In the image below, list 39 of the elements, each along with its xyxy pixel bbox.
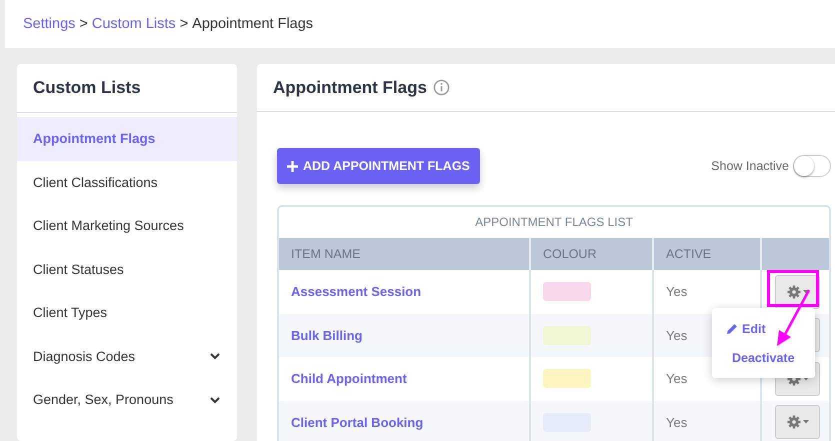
item-name-link[interactable]: Assessment Session [291,284,422,300]
sidebar-item[interactable]: Appointment Flags [17,117,237,160]
breadcrumb-separator: > [180,16,188,32]
item-name-link[interactable]: Bulk Billing [291,328,362,343]
breadcrumb-link[interactable]: Custom Lists [92,16,176,32]
sidebar-item[interactable]: Client Classifications [17,160,237,204]
table-cell: Yes [666,414,688,430]
column-header: COLOUR [529,238,652,270]
caret-icon [802,420,808,424]
annotation-arrow [777,289,810,346]
sidebar-item[interactable]: Gender, Sex, Pronouns [17,378,237,422]
sidebar-item[interactable]: Client Statuses [17,248,237,291]
settings-icon [786,284,800,299]
table-cell: Yes [666,371,688,386]
sidebar-item[interactable]: Diagnosis Codes [17,334,237,378]
settings-icon [786,415,800,430]
add-button[interactable]: ADD APPOINTMENT FLAGS [277,148,480,184]
settings-dropdown-button[interactable] [775,405,820,440]
toggle-switch[interactable] [793,155,831,177]
page-title: Appointment Flags [273,78,427,98]
table-cell: Yes [666,328,688,343]
pencil-icon [726,322,738,334]
sidebar-item[interactable]: Client Types [17,291,237,334]
table-cell: Yes [666,284,688,300]
table-caption: APPOINTMENT FLAGS LIST [474,214,634,231]
breadcrumb-current: Appointment Flags [192,16,314,32]
breadcrumb-separator: > [79,16,88,32]
breadcrumb-link[interactable]: Settings [23,16,76,32]
column-header: ITEM NAME [279,238,529,270]
item-name-link[interactable]: Child Appointment [291,371,407,386]
sidebar-item[interactable]: Client Marketing Sources [17,204,237,248]
sidebar-title: Custom Lists [17,64,237,113]
column-header: ACTIVE [652,238,760,270]
menu-item[interactable]: Edit [712,314,815,343]
menu-item[interactable]: Deactivate [712,343,815,372]
info-icon[interactable] [432,79,450,96]
plus-icon [287,160,298,172]
toggle-label: Show Inactive [711,159,789,173]
caret-icon [802,290,808,294]
